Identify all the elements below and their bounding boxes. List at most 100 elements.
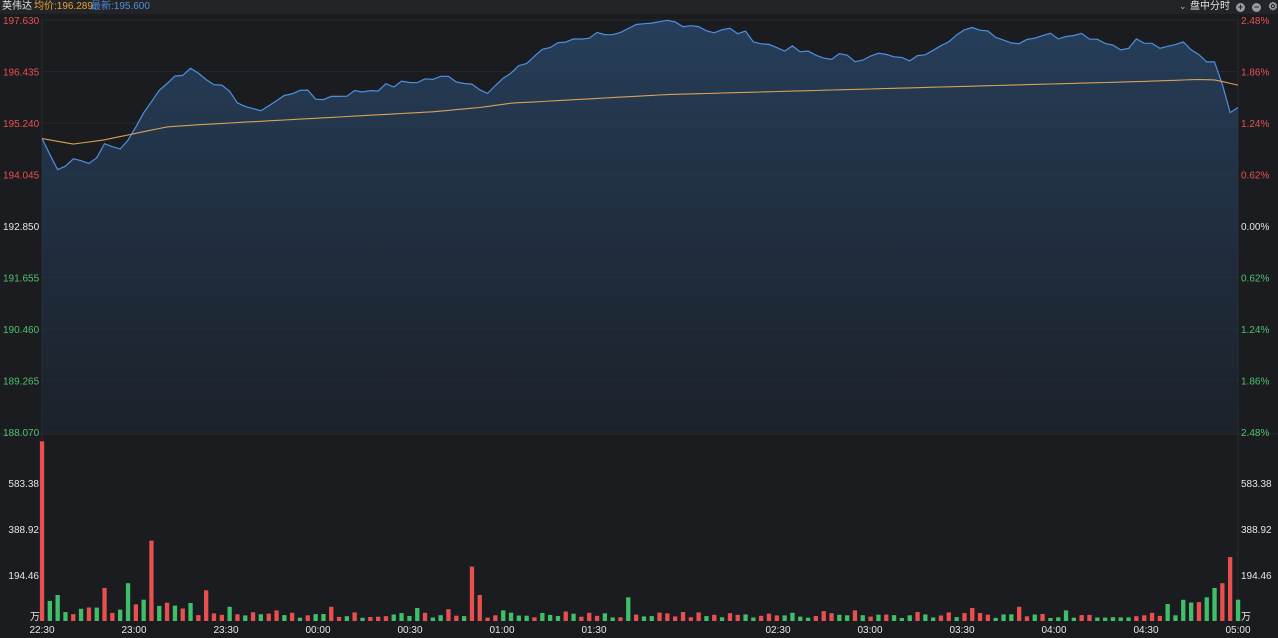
volume-bar [907, 615, 912, 621]
zoom-in-icon[interactable]: + [1236, 3, 1245, 12]
volume-bar [813, 616, 818, 621]
volume-bar [1204, 597, 1209, 621]
percent-tick-label: 0.62% [1241, 171, 1269, 182]
volume-bar [55, 595, 60, 621]
volume-bar [766, 613, 772, 621]
price-area-fill [42, 20, 1238, 433]
percent-tick-label: 2.48% [1241, 16, 1269, 27]
volume-bar [1157, 615, 1162, 621]
volume-bar [368, 617, 373, 621]
volume-bar [250, 612, 256, 621]
volume-bar [258, 614, 263, 621]
volume-bar [180, 608, 185, 621]
percent-tick-label: 1.24% [1241, 119, 1269, 130]
volume-bar [1196, 602, 1202, 621]
volume-bar [1056, 617, 1061, 621]
volume-bar [993, 617, 998, 621]
volume-bars [39, 441, 1241, 621]
volume-bar [172, 605, 178, 621]
volume-bar [1149, 612, 1155, 621]
volume-bar [751, 617, 756, 621]
volume-bar [383, 616, 389, 621]
price-area [42, 20, 1238, 433]
price-tick-label: 197.630 [3, 16, 40, 27]
time-tick-label: 03:30 [949, 625, 974, 636]
price-tick-label: 191.655 [3, 274, 40, 285]
volume-bar [540, 613, 545, 621]
volume-bar [422, 612, 428, 621]
volume-bar [594, 615, 600, 621]
volume-unit-label: 万 [30, 612, 40, 623]
volume-bar [110, 612, 115, 621]
volume-bar [946, 612, 951, 621]
volume-bar [1001, 614, 1006, 621]
volume-bar [516, 615, 521, 621]
volume-bar [188, 603, 193, 621]
volume-bar [118, 609, 123, 621]
volume-bar [970, 608, 975, 621]
volume-bar [1173, 615, 1178, 621]
time-tick-label: 00:30 [397, 625, 422, 636]
gear-icon[interactable]: ⚙ [1268, 2, 1278, 13]
stock-name: 英伟达 [2, 1, 32, 12]
volume-bar [1165, 604, 1170, 621]
time-tick-label: 00:00 [305, 625, 330, 636]
price-tick-label: 190.460 [3, 325, 40, 336]
volume-bar [1009, 614, 1014, 621]
volume-bar [774, 615, 779, 621]
volume-bar [141, 599, 146, 621]
volume-bar [821, 611, 826, 621]
time-tick-label: 01:00 [489, 625, 514, 636]
volume-bar [782, 615, 787, 621]
price-tick-label: 196.435 [3, 68, 40, 79]
volume-bar [1095, 617, 1100, 621]
price-tick-label: 195.240 [3, 119, 40, 130]
volume-bar [938, 615, 944, 621]
volume-bar [805, 617, 811, 621]
volume-bar [407, 616, 412, 621]
volume-bar [430, 617, 435, 621]
time-tick-label: 22:30 [29, 625, 54, 636]
volume-bar [563, 611, 568, 621]
volume-bar [641, 616, 647, 621]
volume-bar [532, 617, 537, 621]
time-tick-label: 04:30 [1133, 625, 1158, 636]
volume-bar [391, 614, 396, 621]
volume-bar [360, 617, 365, 621]
volume-bar [485, 617, 490, 621]
percent-tick-label: 0.00% [1241, 222, 1269, 233]
time-tick-label: 04:00 [1041, 625, 1066, 636]
volume-bar [415, 608, 420, 621]
volume-bar [1040, 614, 1045, 621]
volume-bar [923, 614, 928, 621]
volume-bar [1024, 616, 1030, 621]
volume-bar [931, 617, 936, 621]
latest-price-label: 最新:195.600 [91, 1, 150, 12]
volume-bar [157, 605, 162, 621]
volume-bar [1071, 617, 1076, 621]
volume-bar [94, 607, 99, 621]
volume-bar [290, 612, 295, 621]
chevron-down-icon[interactable]: ⌄ [1179, 1, 1187, 12]
volume-bar [665, 613, 670, 621]
volume-bar [211, 613, 217, 621]
volume-bar [727, 613, 733, 621]
percent-tick-label: 1.24% [1241, 325, 1269, 336]
volume-bar [704, 616, 709, 621]
volume-bar [891, 615, 897, 621]
volume-bar [962, 613, 967, 621]
volume-bar [133, 604, 138, 621]
volume-bar [297, 617, 303, 621]
volume-unit-label-right: 万 [1241, 612, 1251, 623]
chart-mode-dropdown[interactable]: 盘中分时 [1190, 1, 1230, 13]
volume-bar [336, 616, 342, 621]
volume-bar [376, 616, 381, 621]
time-tick-label: 05:00 [1225, 625, 1250, 636]
volume-bar [462, 616, 467, 621]
volume-bar [102, 587, 107, 621]
volume-bar [196, 615, 201, 621]
volume-bar [548, 614, 553, 621]
volume-tick-label-right: 388.92 [1241, 525, 1272, 536]
volume-bar [47, 600, 52, 621]
zoom-out-icon[interactable]: − [1252, 3, 1261, 12]
